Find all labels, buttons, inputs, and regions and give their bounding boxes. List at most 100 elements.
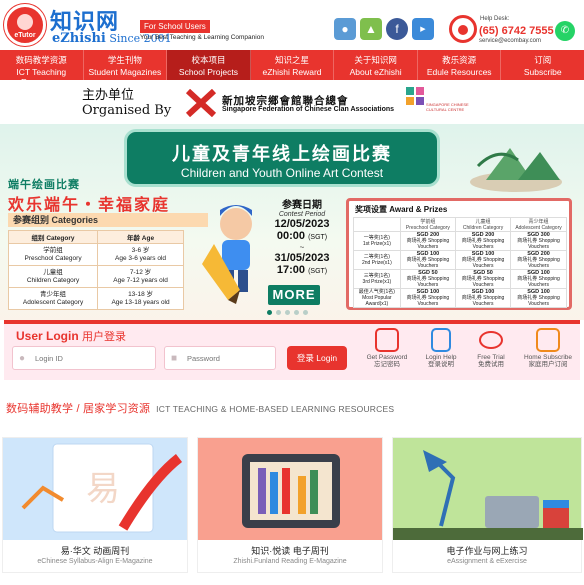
- facebook-icon[interactable]: f: [386, 18, 408, 40]
- voucher-note: 商场礼券 Shopping Vouchers: [517, 238, 560, 250]
- category-en: Preschool Category: [24, 254, 82, 262]
- contest-title-board: 儿童及青年线上绘画比赛 Children and Youth Online Ar…: [124, 129, 440, 187]
- login-id-input[interactable]: [13, 347, 155, 369]
- logo-badge-text: eTutor: [14, 32, 36, 39]
- voucher-note: 商场礼券 Shopping Vouchers: [517, 295, 560, 307]
- voucher-note: 商场礼券 Shopping Vouchers: [461, 276, 505, 288]
- free-trial-link[interactable]: Free Trial 免费试用: [468, 328, 514, 368]
- awards-box: 奖项设置 Award & Prizes 学前组 Preschool Categor…: [346, 198, 572, 310]
- helpdesk-label: Help Desk:: [480, 16, 510, 22]
- sccc-logo-icon: [406, 87, 424, 105]
- voucher-note: 商场礼券 Shopping Vouchers: [517, 257, 560, 269]
- youtube-icon[interactable]: ▶: [412, 18, 434, 40]
- link-label-en: Free Trial: [477, 354, 505, 361]
- contest-banner[interactable]: 儿童及青年线上绘画比赛 Children and Youth Online Ar…: [0, 124, 584, 320]
- login-id-field[interactable]: ●: [12, 346, 156, 370]
- nav-ict-teaching-resources[interactable]: 数码教学资源ICT Teaching Resources: [0, 50, 84, 87]
- prize-en: 3rd Prize(x1): [362, 279, 392, 285]
- login-help-link[interactable]: Login Help 登录说明: [418, 328, 464, 368]
- nav-label-cn: 数码教学资源: [15, 55, 67, 65]
- age-cn: 3-6 岁: [131, 246, 150, 254]
- sfcca-logo-icon: [186, 89, 216, 117]
- user-icon: ●: [19, 353, 26, 364]
- table-row: 青少年组 Adolescent Category 13-18 岁 Age 13-18 …: [7, 287, 184, 310]
- card-title-en: eChinese Syllabus-Align E-Magazine: [37, 558, 153, 565]
- key-icon: [375, 328, 399, 352]
- animation-magazine-icon: 易: [3, 438, 187, 540]
- age-en: Age 13-18 years old: [111, 298, 170, 306]
- period-label-en: Contest Period: [278, 211, 326, 218]
- card-title-cn: 易·华文 动画周刊: [60, 546, 130, 556]
- card-title-cn: 知识·悦读 电子周刊: [251, 546, 329, 556]
- password-field[interactable]: ■: [164, 346, 276, 370]
- sccc-name: SINGAPORE CHINESE CULTURAL CENTRE: [426, 102, 469, 112]
- nav-label-cn: 知识之星: [275, 55, 310, 65]
- nav-edule-resources[interactable]: 教乐资源 Edule Resources: [418, 50, 502, 80]
- helpdesk-icon: [449, 15, 477, 43]
- carousel-dot[interactable]: [303, 310, 308, 315]
- category-cn: 青少年组: [40, 290, 67, 298]
- age-header: 年龄 Age: [97, 230, 184, 244]
- brand-name-en-text: eZhishi: [52, 31, 106, 46]
- voucher-note: 商场礼券 Shopping Vouchers: [461, 238, 505, 250]
- nav-label-cn: 订阅: [534, 55, 552, 65]
- prize-en: 1st Prize(x1): [362, 241, 391, 247]
- start-date: 12/05/2023: [274, 218, 330, 230]
- table-row: 二等奖(1名) 2nd Prize(x1) SGD 100 商场礼券 Shopping…: [353, 250, 567, 270]
- link-label-en: Login Help: [425, 354, 457, 361]
- carousel-dot[interactable]: [267, 310, 272, 315]
- home-subscribe-link[interactable]: Home Subscribe 家庭用户订阅: [520, 328, 576, 368]
- organiser-label-en: Organised By: [82, 103, 172, 118]
- nav-label-cn: 关于知识网: [354, 55, 397, 65]
- awards-table: 学前组 Preschool Category 儿童组 Children Catego…: [353, 217, 567, 308]
- android-icon[interactable]: ▲: [360, 18, 382, 40]
- category-cn: 儿童组: [43, 268, 63, 276]
- card-title-en: Zhishi.Funland Reading E-Magazine: [233, 558, 347, 565]
- carousel-dot[interactable]: [276, 310, 281, 315]
- resources-title-en: ICT TEACHING & HOME-BASED LEARNING RESOU…: [156, 404, 395, 414]
- whatsapp-icon[interactable]: ✆: [555, 21, 575, 41]
- nav-student-magazines[interactable]: 学生刊物 Student Magazines: [84, 50, 168, 80]
- prize-en: 2nd Prize(x1): [362, 260, 392, 266]
- etutor-logo-icon[interactable]: eTutor: [4, 4, 46, 46]
- nav-label-en: About eZhishi: [349, 67, 402, 77]
- get-password-link[interactable]: Get Password 忘记密码: [364, 328, 410, 368]
- category-header: 组别 Category: [7, 230, 99, 244]
- eye-icon: [479, 331, 503, 349]
- echinese-magazine-card[interactable]: 易 易·华文 动画周刊 eChinese Syllabus-Align E-Ma…: [2, 437, 188, 573]
- end-tz: (SGT): [308, 268, 328, 275]
- category-en: Adolescent Category: [22, 298, 84, 306]
- carousel-dot[interactable]: [285, 310, 290, 315]
- nav-subscribe[interactable]: 订阅 Subscribe: [501, 50, 584, 80]
- login-button[interactable]: 登录 Login: [287, 346, 347, 370]
- age-en: Age 7-12 years old: [113, 276, 168, 284]
- sfcca-name-en: Singapore Federation of Chinese Clan Ass…: [222, 106, 395, 113]
- organiser-strip: 主办单位 Organised By 新加坡宗鄉會館聯合總會 Singapore F…: [0, 80, 584, 124]
- end-date: 31/05/2023: [274, 252, 330, 264]
- apple-icon[interactable]: ●: [334, 18, 356, 40]
- voucher-note: 商场礼券 Shopping Vouchers: [406, 238, 450, 250]
- eassignment-card[interactable]: 电子作业与网上练习 eAssignment & eExercise: [392, 437, 583, 573]
- start-time: 00:00: [276, 230, 305, 242]
- nav-label-en: eZhishi Reward: [262, 67, 322, 77]
- award-header-en: Adolescent Category: [515, 225, 562, 231]
- helpdesk-email[interactable]: service@ecombay.com: [479, 38, 541, 44]
- zhishi-funland-card[interactable]: 知识·悦读 电子周刊 Zhishi.Funland Reading E-Maga…: [197, 437, 383, 573]
- prize-en: Most Popular Award(x1): [362, 295, 392, 307]
- nav-ezhishi-reward[interactable]: 知识之星 eZhishi Reward: [251, 50, 335, 80]
- period-label-cn: 参赛日期: [282, 200, 322, 211]
- user-login-panel: User Login 用户登录 ● ■ 登录 Login Get Passwor…: [4, 320, 580, 380]
- resources-title-cn: 数码辅助教学 / 居家学习资源: [6, 403, 151, 415]
- table-row: 最佳人气奖(1名) Most Popular Award(x1) SGD 100 商场…: [353, 288, 567, 308]
- nav-label-en: School Projects: [178, 67, 238, 77]
- carousel-dot[interactable]: [294, 310, 299, 315]
- festival-label: 端午绘画比赛: [8, 179, 80, 191]
- nav-about-ezhishi[interactable]: 关于知识网 About eZhishi: [334, 50, 418, 80]
- link-label-cn: 忘记密码: [374, 361, 400, 368]
- more-button[interactable]: MORE: [268, 285, 320, 305]
- nav-school-projects[interactable]: 校本项目 School Projects: [167, 50, 251, 80]
- festival-title: 欢乐端午・幸福家庭: [8, 197, 171, 214]
- voucher-note: 商场礼券 Shopping Vouchers: [461, 295, 505, 307]
- voucher-note: 商场礼券 Shopping Vouchers: [461, 257, 505, 269]
- helpdesk-phone[interactable]: (65) 6742 7555: [479, 25, 554, 37]
